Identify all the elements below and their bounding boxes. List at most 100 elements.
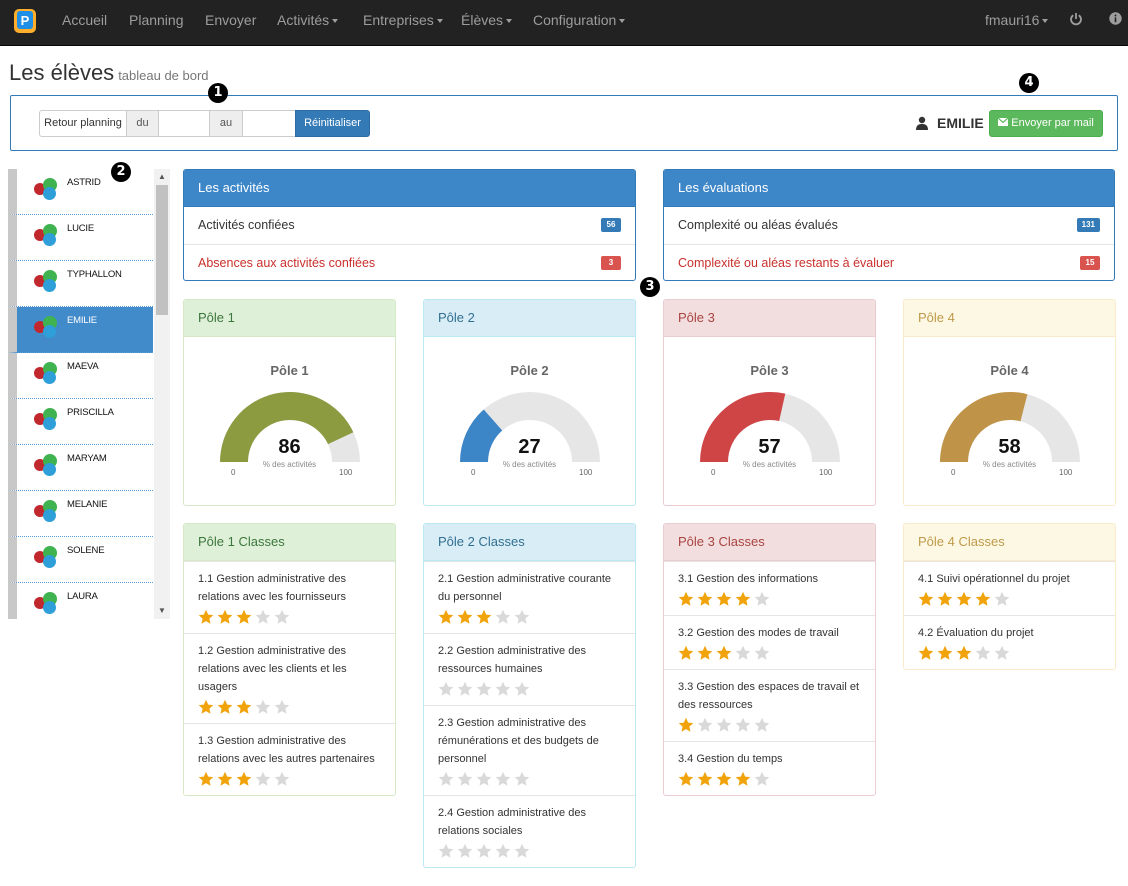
star-empty-icon xyxy=(735,645,751,660)
nav-user-menu[interactable]: fmauri16 xyxy=(985,0,1049,42)
nav-planning[interactable]: Planning xyxy=(129,0,184,42)
star-filled-icon xyxy=(937,591,953,606)
student-avatar-icon xyxy=(34,270,58,294)
student-item[interactable]: SOLENE xyxy=(8,537,153,583)
app-logo[interactable]: P xyxy=(14,9,36,33)
evaluations-row[interactable]: Complexité ou aléas évalués 131 xyxy=(664,207,1114,244)
gauge-max: 100 xyxy=(1059,468,1073,477)
star-filled-icon xyxy=(956,645,972,660)
evaluations-row[interactable]: Complexité ou aléas restants à évaluer 15 xyxy=(664,244,1114,280)
nav-entreprises[interactable]: Entreprises xyxy=(363,0,443,42)
power-icon[interactable] xyxy=(1069,12,1083,29)
gauge-max: 100 xyxy=(819,468,833,477)
star-empty-icon xyxy=(495,681,511,696)
star-filled-icon xyxy=(937,645,953,660)
student-list-scrollbar[interactable]: ▲ ▼ xyxy=(154,169,170,619)
count-badge: 56 xyxy=(601,218,621,232)
date-to-input[interactable] xyxy=(242,110,296,137)
scroll-up-icon[interactable]: ▲ xyxy=(154,169,170,185)
nav-envoyer[interactable]: Envoyer xyxy=(205,0,256,42)
star-empty-icon xyxy=(735,717,751,732)
student-avatar-icon xyxy=(34,500,58,524)
star-filled-icon xyxy=(735,591,751,606)
class-item: 1.1 Gestion administrative des relations… xyxy=(184,561,395,633)
pole-gauge-header: Pôle 2 xyxy=(424,300,635,337)
date-from-input[interactable] xyxy=(158,110,210,137)
gauge-value: 58 xyxy=(998,436,1021,458)
star-filled-icon xyxy=(198,771,214,786)
class-item: 1.2 Gestion administrative des relations… xyxy=(184,633,395,723)
star-empty-icon xyxy=(754,771,770,786)
activities-row[interactable]: Activités confiées 56 xyxy=(184,207,635,244)
nav-activites[interactable]: Activités xyxy=(277,0,339,42)
nav-accueil[interactable]: Accueil xyxy=(62,0,107,42)
page-title: Les élèves tableau de bord xyxy=(9,60,209,85)
star-filled-icon xyxy=(476,609,492,624)
student-name: ASTRID xyxy=(67,177,101,188)
class-item: 1.3 Gestion administrative des relations… xyxy=(184,723,395,795)
student-item[interactable]: TYPHALLON xyxy=(8,261,153,307)
class-label: 1.3 Gestion administrative des relations… xyxy=(198,735,375,765)
info-icon[interactable] xyxy=(1109,12,1122,28)
student-list-items: ASTRID LUCIE TYPHALLON EMILIE MAEVA PRISCILLA… xyxy=(8,169,153,619)
star-rating xyxy=(918,588,1101,615)
class-label: 2.3 Gestion administrative des rémunérat… xyxy=(438,717,599,765)
caret-down-icon xyxy=(619,19,626,24)
star-filled-icon xyxy=(697,771,713,786)
class-label: 3.4 Gestion du temps xyxy=(678,753,783,765)
class-label: 4.2 Évaluation du projet xyxy=(918,627,1034,639)
activities-panel-title: Les activités xyxy=(184,170,635,207)
student-item[interactable]: LUCIE xyxy=(8,215,153,261)
star-empty-icon xyxy=(754,591,770,606)
nav-eleves[interactable]: Élèves xyxy=(461,0,513,42)
student-name: EMILIE xyxy=(67,315,97,326)
activities-list: Activités confiées 56 Absences aux activit… xyxy=(184,207,635,280)
student-list[interactable]: ASTRID LUCIE TYPHALLON EMILIE MAEVA PRISCILLA… xyxy=(8,169,170,619)
pole-classes-panel: Pôle 1 Classes 1.1 Gestion administrative… xyxy=(183,523,396,796)
star-rating xyxy=(198,606,381,633)
retour-planning-button[interactable]: Retour planning xyxy=(39,110,127,137)
student-item[interactable]: MAEVA xyxy=(8,353,153,399)
gauge-min: 0 xyxy=(231,468,236,477)
class-item: 2.2 Gestion administrative des ressource… xyxy=(424,633,635,705)
star-empty-icon xyxy=(457,681,473,696)
star-empty-icon xyxy=(495,609,511,624)
page-subtitle: tableau de bord xyxy=(118,68,209,83)
student-item[interactable]: MELANIE xyxy=(8,491,153,537)
gauge-title: Pôle 1 xyxy=(270,363,309,378)
pole-gauge-panel: Pôle 3 Pôle 3 57 % des activités 0 100 xyxy=(663,299,876,506)
evaluations-row-label: Complexité ou aléas évalués xyxy=(678,218,838,232)
star-empty-icon xyxy=(495,771,511,786)
student-name: PRISCILLA xyxy=(67,407,114,418)
student-item[interactable]: EMILIE xyxy=(8,307,153,353)
gauge-max: 100 xyxy=(339,468,353,477)
star-empty-icon xyxy=(457,843,473,858)
gauge-title: Pôle 2 xyxy=(510,363,549,378)
gauge-title: Pôle 3 xyxy=(750,363,789,378)
caret-down-icon xyxy=(332,19,339,24)
student-item[interactable]: PRISCILLA xyxy=(8,399,153,445)
activities-row[interactable]: Absences aux activités confiées 3 xyxy=(184,244,635,280)
star-filled-icon xyxy=(217,771,233,786)
send-mail-button[interactable]: Envoyer par mail xyxy=(989,110,1103,137)
caret-down-icon xyxy=(436,19,443,24)
evaluations-list: Complexité ou aléas évalués 131 Complexité… xyxy=(664,207,1114,280)
nav-configuration[interactable]: Configuration xyxy=(533,0,626,42)
student-item[interactable]: MARYAM xyxy=(8,445,153,491)
star-filled-icon xyxy=(956,591,972,606)
star-empty-icon xyxy=(994,591,1010,606)
student-item[interactable]: ASTRID xyxy=(8,169,153,215)
gauge-unit: % des activités xyxy=(502,460,557,469)
star-filled-icon xyxy=(198,699,214,714)
student-item[interactable]: LAURA xyxy=(8,583,153,619)
star-rating xyxy=(438,678,621,705)
star-empty-icon xyxy=(274,771,290,786)
evaluations-row-label: Complexité ou aléas restants à évaluer xyxy=(678,256,895,270)
star-filled-icon xyxy=(716,591,732,606)
reset-button[interactable]: Réinitialiser xyxy=(295,110,370,137)
star-empty-icon xyxy=(438,771,454,786)
star-empty-icon xyxy=(514,609,530,624)
scroll-thumb[interactable] xyxy=(156,185,168,315)
star-filled-icon xyxy=(438,609,454,624)
scroll-down-icon[interactable]: ▼ xyxy=(154,603,170,619)
